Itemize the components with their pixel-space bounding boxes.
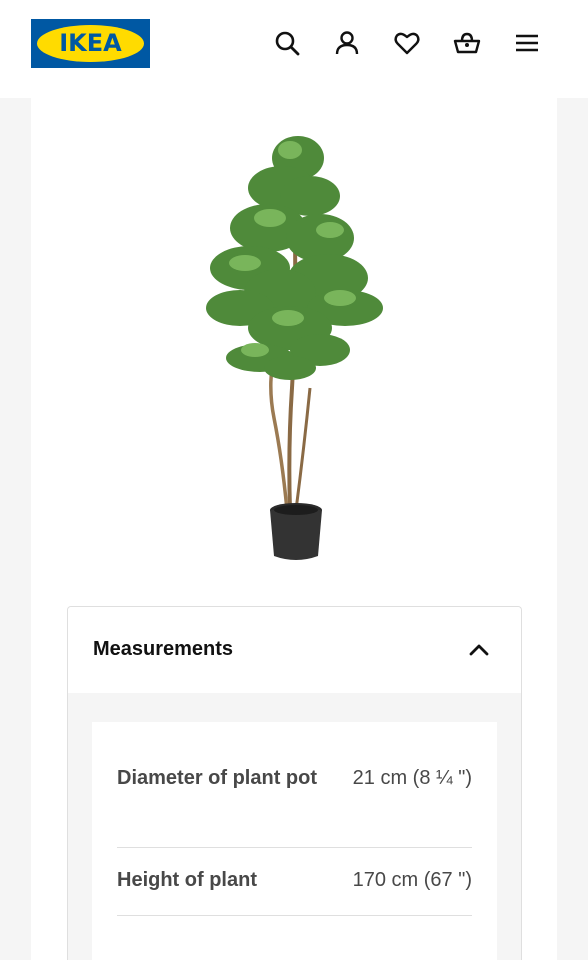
measurement-row: Height of plant 170 cm (67 ") [117, 864, 472, 916]
search-icon[interactable] [272, 26, 302, 60]
site-header: IKEA [0, 0, 588, 98]
account-icon[interactable] [332, 26, 362, 60]
product-image[interactable] [170, 118, 410, 568]
measurements-accordion-header[interactable]: Measurements [68, 607, 521, 693]
logo-text: IKEA [59, 29, 122, 57]
basket-icon[interactable] [452, 26, 482, 60]
ikea-logo[interactable]: IKEA [31, 19, 150, 68]
measurements-body: Diameter of plant pot 21 cm (8 ¼ ") Heig… [92, 722, 497, 960]
chevron-up-icon[interactable] [468, 641, 490, 659]
measurement-value: 170 cm (67 ") [352, 869, 472, 891]
measurement-value: 21 cm (8 ¼ ") [352, 767, 472, 789]
measurement-label: Diameter of plant pot [117, 767, 318, 789]
measurements-accordion: Measurements Diameter of plant pot 21 cm… [67, 606, 522, 960]
menu-icon[interactable] [512, 26, 542, 60]
measurement-label: Height of plant [117, 869, 257, 891]
measurements-title: Measurements [93, 638, 234, 660]
measurement-row: Diameter of plant pot 21 cm (8 ¼ ") [117, 762, 472, 848]
favourites-icon[interactable] [392, 26, 422, 60]
